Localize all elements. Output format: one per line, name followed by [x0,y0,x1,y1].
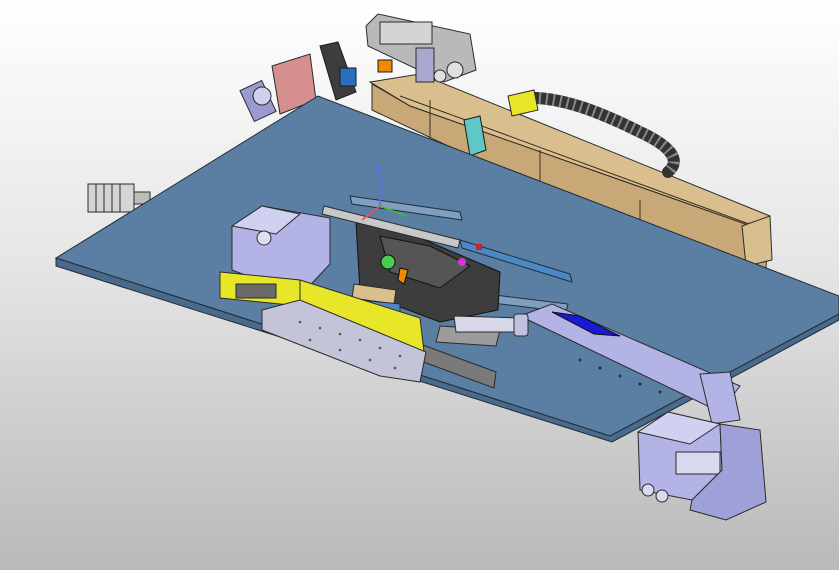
screw-collar [513,313,529,337]
magenta-marker [458,258,466,266]
red-marker [476,244,482,250]
orange-block [377,59,393,73]
triad-z-label: Z [375,166,383,179]
rear-motor [239,79,277,123]
screw-shaft [453,315,523,333]
cad-model-scene[interactable]: Z [0,0,839,570]
cable-chain-mount [507,89,539,117]
gripper-roller [433,69,447,83]
servo-motor[interactable] [636,411,767,521]
bearing-block [699,371,741,425]
cad-viewport[interactable]: Z [0,0,839,570]
motor-gland [641,483,655,497]
blue-block [339,67,357,87]
motor-gland [655,489,669,503]
gripper-body [379,21,433,45]
gripper-bracket [415,47,435,83]
green-sensor [380,254,396,270]
motor-connector [675,451,721,475]
housing-boss [256,230,272,246]
guard-window [235,283,277,299]
gripper-roller [446,61,464,79]
